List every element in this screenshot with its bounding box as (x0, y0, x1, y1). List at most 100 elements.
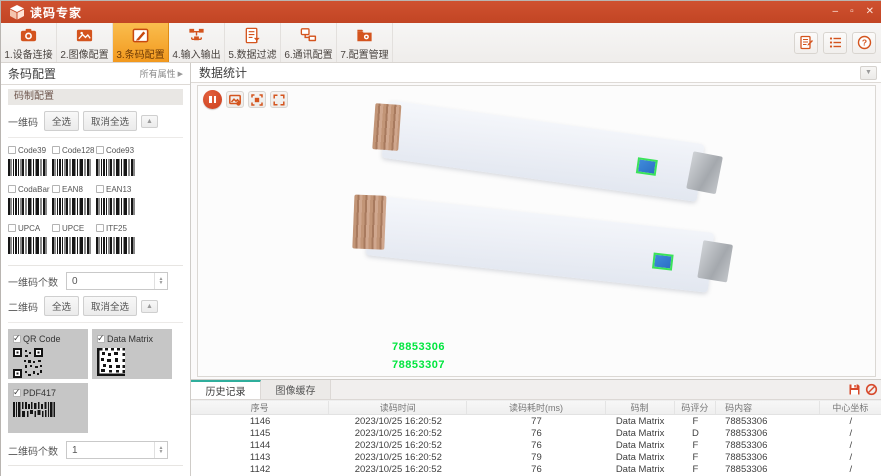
oned-code-item[interactable]: UPCE (52, 222, 96, 254)
checkbox[interactable] (52, 224, 60, 232)
table-row[interactable]: 1142 2023/10/25 16:20:52 76 Data Matrix … (191, 463, 881, 475)
close-button[interactable]: ✕ (866, 7, 874, 17)
detected-code-highlight (636, 157, 658, 176)
checkbox[interactable] (96, 146, 104, 154)
tab-input-output[interactable]: 4.输入输出 (169, 23, 225, 62)
cell-duration: 76 (467, 428, 605, 439)
list-button[interactable] (823, 32, 847, 54)
spinner-arrows[interactable]: ▲▼ (154, 273, 167, 289)
save-records-button[interactable] (848, 383, 861, 396)
tab-barcode-config[interactable]: 3.条码配置 (113, 23, 169, 62)
code-name-label: Data Matrix (107, 334, 153, 344)
table-row[interactable]: 1144 2023/10/25 16:20:52 76 Data Matrix … (191, 439, 881, 451)
minimize-button[interactable]: – (833, 7, 839, 17)
col-header-index: 序号 (191, 401, 329, 414)
oned-collapse-button[interactable]: ▲ (141, 115, 158, 128)
tab-label: 1.设备连接 (4, 46, 52, 61)
spinner-arrows[interactable]: ▲▼ (154, 442, 167, 458)
cell-content: 78853306 (716, 416, 820, 427)
twod-count-spinner[interactable]: 1 ▲▼ (66, 441, 168, 459)
table-row[interactable]: 1145 2023/10/25 16:20:52 76 Data Matrix … (191, 427, 881, 439)
checkbox[interactable] (8, 146, 16, 154)
cell-content: 78853306 (716, 464, 820, 475)
twod-deselect-all-button[interactable]: 取消全选 (83, 296, 137, 316)
twod-group-label: 二维码 (8, 299, 38, 314)
maximize-button[interactable]: ▫ (850, 7, 854, 17)
checkbox[interactable] (97, 335, 105, 343)
panel-title: 数据统计 (199, 64, 247, 81)
table-row[interactable]: 1146 2023/10/25 16:20:52 77 Data Matrix … (191, 415, 881, 427)
oned-code-item[interactable]: EAN8 (52, 183, 96, 215)
checkbox[interactable] (13, 335, 21, 343)
history-table: 序号 读码时间 读码耗时(ms) 码制 码评分 码内容 中心坐标 1146 20… (191, 400, 881, 476)
clear-records-button[interactable] (865, 383, 878, 396)
oned-code-item[interactable]: UPCA (8, 222, 52, 254)
code-name-label: QR Code (23, 334, 61, 344)
code-name-label: EAN13 (106, 185, 131, 194)
fit-view-button[interactable] (248, 91, 266, 108)
cell-grade: F (675, 452, 716, 463)
photo-cell-top (382, 100, 705, 202)
checkbox[interactable] (52, 185, 60, 193)
checkbox[interactable] (8, 224, 16, 232)
image-icon (75, 26, 94, 45)
oned-code-item[interactable]: CodaBar (8, 183, 52, 215)
section-title: 码制配置 (8, 89, 183, 105)
oned-code-item[interactable]: Code39 (8, 144, 52, 176)
checkbox[interactable] (13, 389, 21, 397)
cell-time: 2023/10/25 16:20:52 (329, 440, 467, 451)
history-tab[interactable]: 历史记录 (191, 380, 261, 399)
decoded-results-overlay: 7885330678853307 (392, 338, 445, 374)
twod-collapse-button[interactable]: ▲ (141, 300, 158, 313)
twod-code-item-datamatrix[interactable]: Data Matrix (92, 329, 172, 379)
image-export-icon (229, 94, 241, 106)
oned-count-spinner[interactable]: 0 ▲▼ (66, 272, 168, 290)
checkbox[interactable] (96, 185, 104, 193)
qr-code-sample-image (13, 348, 43, 378)
code-name-label: Code93 (106, 146, 134, 155)
oned-select-all-button[interactable]: 全选 (44, 111, 79, 131)
app-title: 读码专家 (30, 4, 82, 21)
code-name-label: UPCA (18, 224, 40, 233)
col-header-time: 读码时间 (329, 401, 467, 414)
panel-dropdown-button[interactable]: ▼ (860, 66, 877, 80)
code-name-label: ITF25 (106, 224, 127, 233)
cell-content: 78853306 (716, 440, 820, 451)
checkbox[interactable] (96, 224, 104, 232)
twod-select-all-button[interactable]: 全选 (44, 296, 79, 316)
oned-code-item[interactable]: EAN13 (96, 183, 140, 215)
cell-grade: F (675, 416, 716, 427)
svg-text:?: ? (861, 38, 866, 48)
oned-code-item[interactable]: ITF25 (96, 222, 140, 254)
oned-code-item[interactable]: Code93 (96, 144, 140, 176)
twod-code-item-qr[interactable]: QR Code (8, 329, 88, 379)
tab-image-config[interactable]: 2.图像配置 (57, 23, 113, 62)
cell-time: 2023/10/25 16:20:52 (329, 452, 467, 463)
live-image-view[interactable]: 7885330678853307 (197, 85, 876, 377)
oned-deselect-all-button[interactable]: 取消全选 (83, 111, 137, 131)
oned-code-grid: Code39 Code128 Code93 (8, 137, 183, 261)
table-row[interactable]: 1143 2023/10/25 16:20:52 79 Data Matrix … (191, 451, 881, 463)
report-icon (799, 35, 814, 50)
checkbox[interactable] (52, 146, 60, 154)
tab-device-connect[interactable]: 1.设备连接 (1, 23, 57, 62)
oned-code-item[interactable]: Code128 (52, 144, 96, 176)
all-properties-link[interactable]: 所有属性 ▶ (140, 67, 183, 80)
cell-time: 2023/10/25 16:20:52 (329, 416, 467, 427)
tab-data-filter[interactable]: 5.数据过滤 (225, 23, 281, 62)
tab-label: 图像缓存 (276, 382, 316, 397)
report-button[interactable] (794, 32, 818, 54)
fullscreen-button[interactable] (270, 91, 288, 108)
tab-label: 历史记录 (206, 383, 246, 398)
twod-code-item-pdf417[interactable]: PDF417 (8, 383, 88, 433)
tab-config-manage[interactable]: 7.配置管理 (337, 23, 393, 62)
history-tab[interactable]: 图像缓存 (261, 380, 331, 399)
help-button[interactable]: ? (852, 32, 876, 54)
col-header-center: 中心坐标 (820, 401, 881, 414)
image-save-button[interactable] (226, 91, 244, 108)
pause-button[interactable] (203, 90, 222, 109)
cell-center: / (820, 428, 881, 439)
tab-comm-config[interactable]: 6.通讯配置 (281, 23, 337, 62)
checkbox[interactable] (8, 185, 16, 193)
cell-grade: F (675, 440, 716, 451)
